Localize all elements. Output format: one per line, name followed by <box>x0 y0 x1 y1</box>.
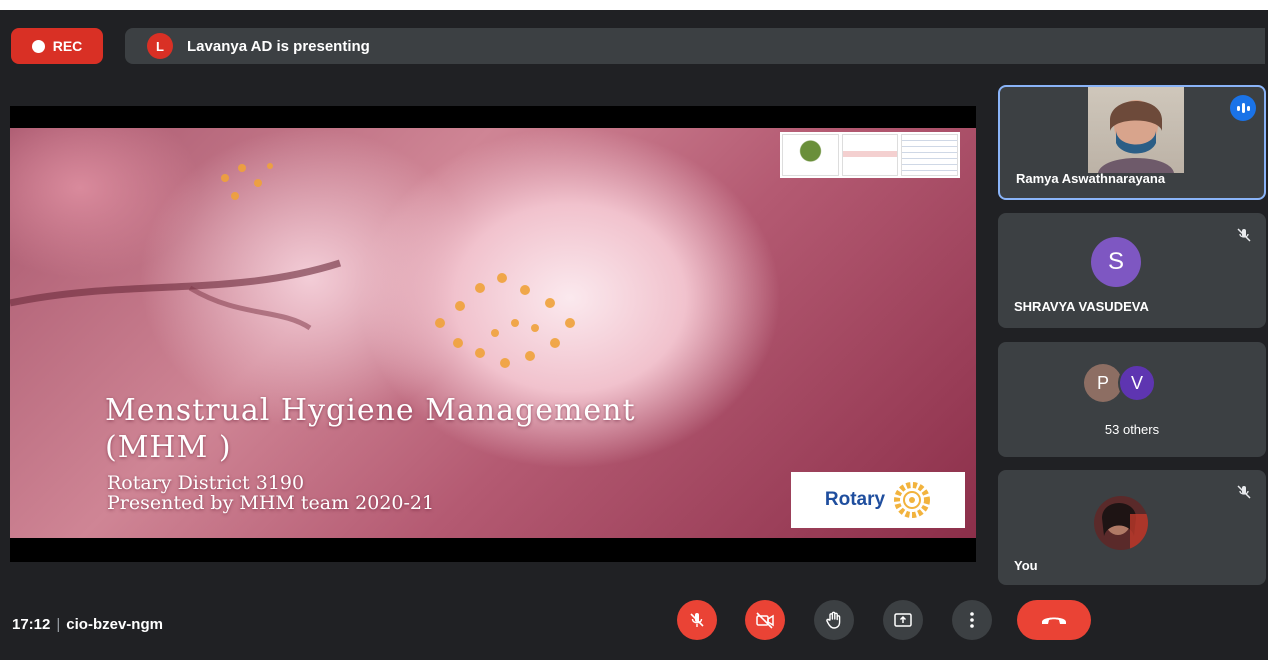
others-count: 53 others <box>1104 422 1160 437</box>
speaking-indicator-icon <box>1230 95 1256 121</box>
others-tile[interactable]: P V 53 others <box>998 342 1266 457</box>
presenting-banner[interactable]: L Lavanya AD is presenting <box>125 28 1265 64</box>
meet-window: REC L Lavanya AD is presenting Menstrual… <box>0 10 1268 660</box>
present-screen-icon <box>894 613 912 627</box>
leave-call-button[interactable] <box>1017 600 1091 640</box>
phone-hangup-icon <box>1042 617 1066 624</box>
meeting-details[interactable]: 17:12 | cio-bzev-ngm <box>12 616 163 633</box>
mic-off-icon <box>1237 485 1251 499</box>
record-icon <box>31 39 45 53</box>
meeting-code: cio-bzev-ngm <box>66 616 163 633</box>
self-avatar <box>1094 496 1148 550</box>
self-tile[interactable]: You <box>998 470 1266 585</box>
slide-presenter-line: Presented by MHM team 2020-21 <box>107 492 435 514</box>
more-vert-icon <box>970 612 974 628</box>
partner-logos <box>780 132 960 178</box>
mic-toggle-button[interactable] <box>677 600 717 640</box>
more-options-button[interactable] <box>952 600 992 640</box>
rotary-logo: Rotary <box>791 472 965 528</box>
recording-button[interactable]: REC <box>11 28 103 64</box>
camera-toggle-button[interactable] <box>745 600 785 640</box>
slide-title: Menstrual Hygiene Management <box>105 393 636 428</box>
participant-avatar: S <box>1091 237 1141 287</box>
partner-logo <box>901 134 959 176</box>
meeting-separator: | <box>56 616 61 633</box>
participant-name: SHRAVYA VASUDEVA <box>1014 299 1149 314</box>
participant-avatar: P <box>1084 364 1122 402</box>
slide-title-continued: (MHM ) <box>105 430 232 465</box>
meeting-time: 17:12 <box>12 616 51 633</box>
participant-video <box>1088 87 1184 173</box>
present-now-button[interactable] <box>883 600 923 640</box>
partner-logo <box>782 134 839 176</box>
presenter-avatar: L <box>147 33 173 59</box>
presentation-stage: Menstrual Hygiene Management (MHM ) Rota… <box>10 106 976 562</box>
participant-tile[interactable]: Ramya Aswathnarayana <box>998 85 1266 200</box>
rotary-wheel-icon <box>894 482 931 518</box>
shared-slide: Menstrual Hygiene Management (MHM ) Rota… <box>10 128 976 538</box>
participant-avatar: V <box>1118 364 1156 402</box>
participant-name: You <box>1014 558 1038 573</box>
recording-label: REC <box>52 38 83 54</box>
mic-off-icon <box>690 613 704 627</box>
slide-subtitle: Rotary District 3190 <box>107 472 305 494</box>
person-video-image <box>1098 100 1174 173</box>
hand-icon <box>826 611 841 629</box>
mic-off-icon <box>1237 228 1251 242</box>
rotary-logo-text: Rotary <box>824 489 886 510</box>
participant-name: Ramya Aswathnarayana <box>1016 171 1166 186</box>
camera-off-icon <box>756 612 774 629</box>
participant-tile[interactable]: S SHRAVYA VASUDEVA <box>998 213 1266 328</box>
presenting-text: Lavanya AD is presenting <box>187 37 370 55</box>
raise-hand-button[interactable] <box>814 600 854 640</box>
top-bar: REC L Lavanya AD is presenting <box>0 10 1268 82</box>
partner-logo <box>841 134 899 176</box>
